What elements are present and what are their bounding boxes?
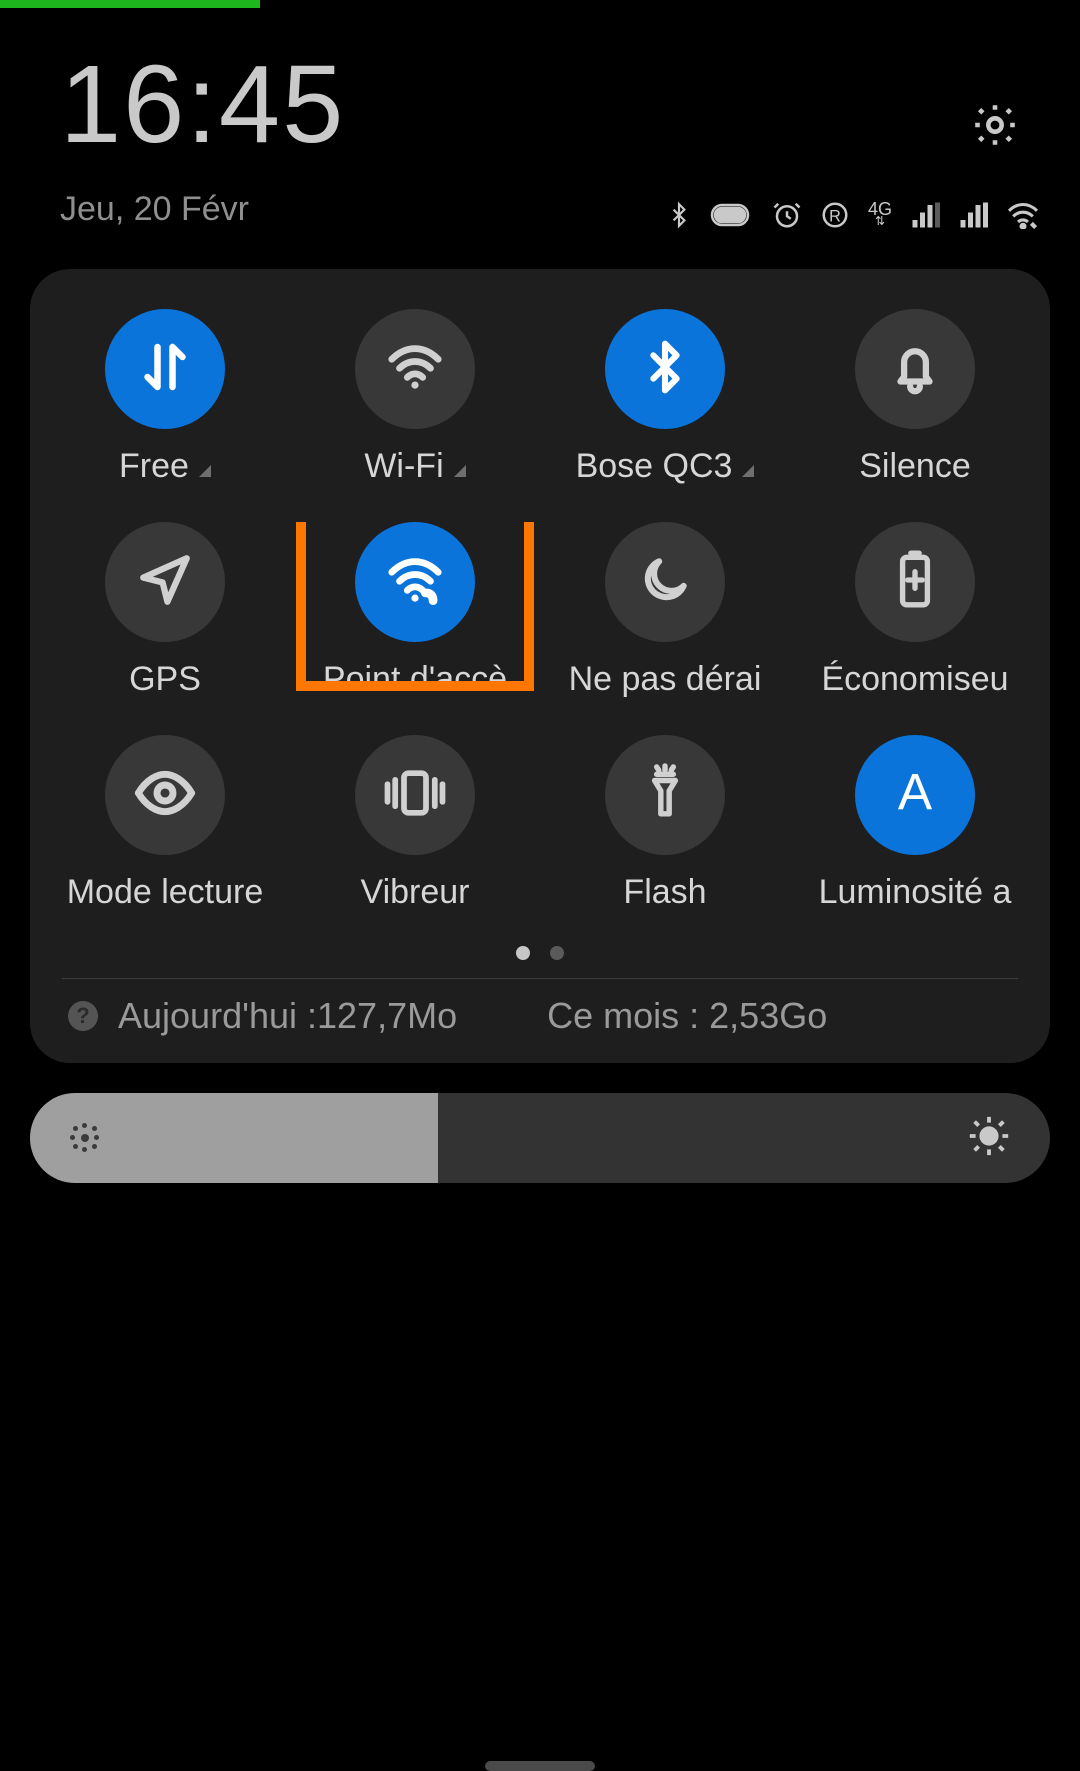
qs-tile-battery-saver[interactable]: Économiseu: [790, 522, 1040, 699]
flash-label: Flash: [623, 873, 706, 912]
signal-sim2-icon: [958, 202, 988, 228]
qs-tile-auto-brightness[interactable]: A Luminosité a: [790, 735, 1040, 912]
hotspot-toggle-circle[interactable]: [355, 522, 475, 642]
hotspot-label: Point d'accè: [323, 660, 507, 699]
vibrate-toggle-circle[interactable]: [355, 735, 475, 855]
data-arrows-icon: [135, 337, 195, 402]
data-usage-today: Aujourd'hui :127,7Mo: [118, 995, 457, 1037]
clock-date: Jeu, 20 Févr: [60, 190, 345, 229]
silence-label: Silence: [859, 447, 971, 486]
qs-tile-mobile-data[interactable]: Free: [40, 309, 290, 486]
wifi-label: Wi-Fi: [364, 447, 443, 486]
location-icon: [136, 551, 194, 614]
qs-tile-read-mode[interactable]: Mode lecture: [40, 735, 290, 912]
data-usage-month: Ce mois : 2,53Go: [547, 995, 827, 1037]
clock-time: 16:45: [60, 50, 345, 160]
status-bar-icons: R 4G ⇅: [666, 200, 1040, 230]
drag-handle[interactable]: [485, 1761, 595, 1771]
bluetooth-status-icon: [666, 200, 692, 230]
wifi-status-icon: [1006, 201, 1040, 229]
qs-tile-vibrate[interactable]: Vibreur: [290, 735, 540, 912]
bluetooth-icon: [637, 339, 693, 400]
signal-sim1-icon: [910, 202, 940, 228]
alarm-status-icon: [772, 200, 802, 230]
page-dot-1: [516, 946, 530, 960]
auto-brightness-label: Luminosité a: [819, 873, 1012, 912]
page-dot-2: [550, 946, 564, 960]
wifi-icon: [384, 336, 446, 403]
page-indicator[interactable]: [40, 946, 1040, 960]
battery-plus-icon: [890, 549, 940, 616]
brightness-slider[interactable]: [30, 1093, 1050, 1183]
eye-icon: [133, 769, 197, 822]
qs-tile-silence[interactable]: Silence: [790, 309, 1040, 486]
bluetooth-label: Bose QC3: [576, 447, 733, 486]
qs-tile-dnd[interactable]: Ne pas dérai: [540, 522, 790, 699]
read-mode-toggle-circle[interactable]: [105, 735, 225, 855]
flash-toggle-circle[interactable]: [605, 735, 725, 855]
vibrate-icon: [382, 767, 448, 824]
mobile-data-label: Free: [119, 447, 189, 486]
mobile-data-toggle-circle[interactable]: [105, 309, 225, 429]
silence-toggle-circle[interactable]: [855, 309, 975, 429]
settings-button[interactable]: [970, 100, 1020, 155]
battery-status-icon: [710, 203, 754, 227]
qs-tile-gps[interactable]: GPS: [40, 522, 290, 699]
vibrate-label: Vibreur: [361, 873, 470, 912]
gps-toggle-circle[interactable]: [105, 522, 225, 642]
network-type-label: 4G ⇅: [868, 203, 892, 227]
expand-chevron-icon[interactable]: [199, 465, 211, 477]
help-icon: ?: [68, 1001, 98, 1031]
auto-a-icon: A: [887, 765, 943, 826]
bluetooth-toggle-circle[interactable]: [605, 309, 725, 429]
expand-chevron-icon[interactable]: [742, 465, 754, 477]
qs-tile-bluetooth[interactable]: Bose QC3: [540, 309, 790, 486]
qs-tile-hotspot[interactable]: Point d'accè: [290, 522, 540, 699]
quick-settings-panel: Free Wi-Fi Bose QC3 Silence GPS Point d'accè N…: [30, 269, 1050, 1063]
wifi-toggle-circle[interactable]: [355, 309, 475, 429]
battery-saver-toggle-circle[interactable]: [855, 522, 975, 642]
auto-brightness-toggle-circle[interactable]: A: [855, 735, 975, 855]
svg-text:A: A: [898, 765, 933, 820]
moon-icon: [637, 552, 693, 613]
brightness-low-icon: [68, 1121, 102, 1155]
qs-tile-flash[interactable]: Flash: [540, 735, 790, 912]
gps-label: GPS: [129, 660, 201, 699]
dnd-label: Ne pas dérai: [569, 660, 762, 699]
expand-chevron-icon[interactable]: [454, 465, 466, 477]
hotspot-icon: [384, 549, 446, 616]
tiles-grid: Free Wi-Fi Bose QC3 Silence GPS Point d'accè N…: [40, 309, 1040, 912]
battery-saver-label: Économiseu: [821, 660, 1008, 699]
gear-icon: [970, 100, 1020, 150]
roaming-status-icon: R: [820, 200, 850, 230]
flashlight-icon: [640, 761, 690, 830]
data-usage-row[interactable]: ? Aujourd'hui :127,7Mo Ce mois : 2,53Go: [40, 979, 1040, 1045]
qs-tile-wifi[interactable]: Wi-Fi: [290, 309, 540, 486]
read-mode-label: Mode lecture: [67, 873, 264, 912]
bell-icon: [886, 338, 944, 401]
brightness-high-icon: [966, 1113, 1012, 1164]
dnd-toggle-circle[interactable]: [605, 522, 725, 642]
svg-text:R: R: [829, 207, 841, 225]
